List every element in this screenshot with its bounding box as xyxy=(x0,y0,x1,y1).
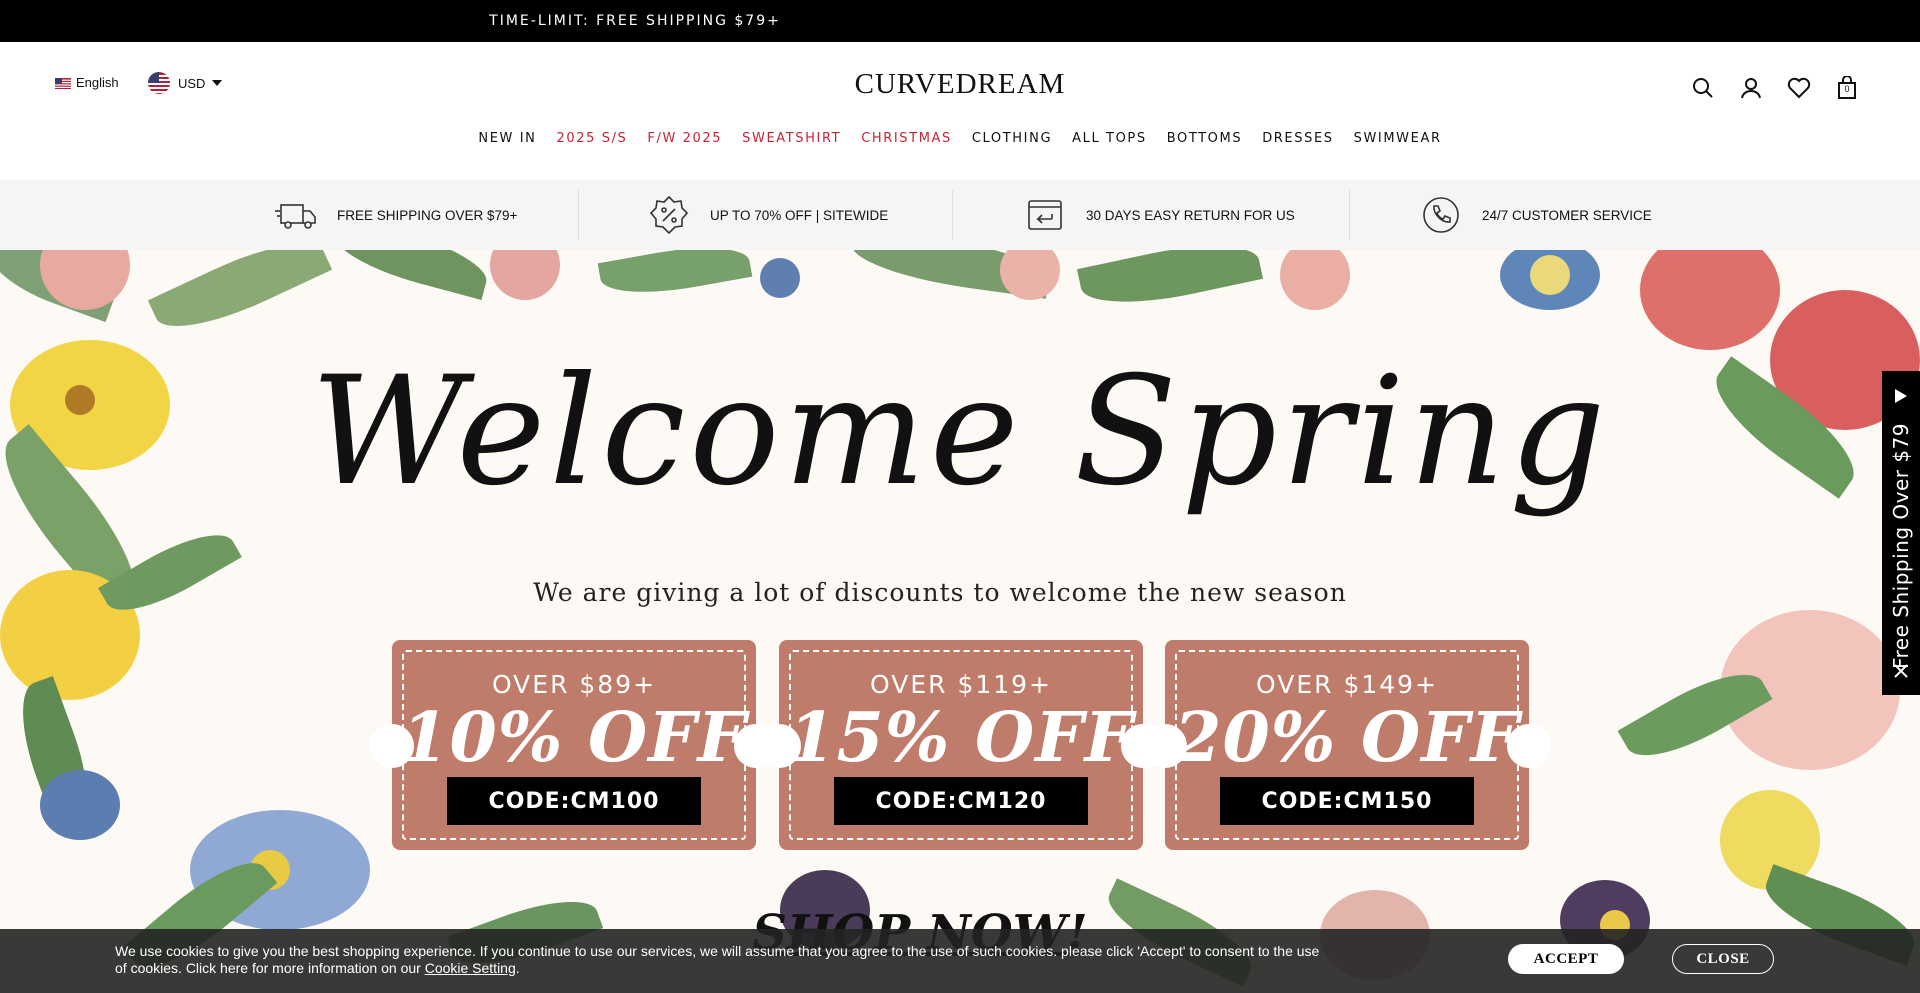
accept-button[interactable]: ACCEPT xyxy=(1508,944,1624,974)
announcement-bar: TIME-LIMIT: FREE SHIPPING $79+ xyxy=(0,0,1920,42)
nav-fw-2025[interactable]: F/W 2025 xyxy=(637,127,732,150)
free-shipping-side-tab[interactable]: Free Shipping Over $79 xyxy=(1882,371,1920,695)
divider xyxy=(1349,190,1350,240)
main-nav: NEW IN 2025 S/S F/W 2025 SWEATSHIRT CHRI… xyxy=(0,127,1920,150)
expand-arrow-icon[interactable] xyxy=(1895,389,1907,403)
divider xyxy=(952,190,953,240)
cookie-message: We use cookies to give you the best shop… xyxy=(115,943,1325,977)
hero-tagline: We are giving a lot of discounts to welc… xyxy=(533,578,1347,607)
nav-sweatshirt[interactable]: SWEATSHIRT xyxy=(732,127,851,150)
nav-clothing[interactable]: CLOTHING xyxy=(962,127,1062,150)
hero-banner[interactable]: Welcome Spring We are giving a lot of di… xyxy=(0,250,1920,993)
divider xyxy=(578,190,579,240)
coupon-card[interactable]: OVER $149+ 20% OFF CODE:CM150 xyxy=(1143,640,1551,850)
phone-icon xyxy=(1420,194,1462,236)
benefit-returns: 30 DAYS EASY RETURN FOR US xyxy=(1024,180,1295,250)
coupon-threshold: OVER $89+ xyxy=(491,670,657,699)
nav-dresses[interactable]: DRESSES xyxy=(1252,127,1343,150)
side-tab-text: Free Shipping Over $79 xyxy=(1889,422,1913,670)
cookie-banner: We use cookies to give you the best shop… xyxy=(0,929,1920,993)
close-icon[interactable] xyxy=(1893,663,1909,679)
benefit-label: 24/7 CUSTOMER SERVICE xyxy=(1482,207,1652,223)
announcement-text: TIME-LIMIT: FREE SHIPPING $79+ xyxy=(489,13,781,29)
coupon-discount: 15% OFF xyxy=(788,698,1134,778)
benefit-free-shipping: FREE SHIPPING OVER $79+ xyxy=(275,180,517,250)
wishlist-heart-icon[interactable] xyxy=(1786,75,1812,101)
nav-2025-ss[interactable]: 2025 S/S xyxy=(547,127,638,150)
hero-headline: Welcome Spring xyxy=(310,345,1610,519)
nav-christmas[interactable]: CHRISTMAS xyxy=(851,127,962,150)
search-icon[interactable] xyxy=(1690,75,1716,101)
coupon-code[interactable]: CODE:CM120 xyxy=(834,777,1088,825)
benefit-customer-service: 24/7 CUSTOMER SERVICE xyxy=(1420,180,1652,250)
close-button[interactable]: CLOSE xyxy=(1672,944,1774,974)
cookie-text: We use cookies to give you the best shop… xyxy=(115,943,1320,976)
site-header: English USD CURVEDREAM 0 xyxy=(0,42,1920,127)
benefit-label: UP TO 70% OFF | SITEWIDE xyxy=(710,207,889,223)
nav-new-in[interactable]: NEW IN xyxy=(468,127,546,150)
shopping-bag-icon[interactable]: 0 xyxy=(1834,75,1860,101)
coupon-card[interactable]: OVER $89+ 10% OFF CODE:CM100 xyxy=(370,640,778,850)
cart-count: 0 xyxy=(1844,84,1850,94)
coupon-card[interactable]: OVER $119+ 15% OFF CODE:CM120 xyxy=(757,640,1165,850)
nav-bottoms[interactable]: BOTTOMS xyxy=(1157,127,1252,150)
percent-badge-icon xyxy=(648,194,690,236)
benefit-discount: UP TO 70% OFF | SITEWIDE xyxy=(648,180,888,250)
coupon-discount: 20% OFF xyxy=(1174,698,1520,778)
coupon-threshold: OVER $119+ xyxy=(869,670,1053,699)
nav-all-tops[interactable]: ALL TOPS xyxy=(1062,127,1157,150)
coupon-code[interactable]: CODE:CM150 xyxy=(1220,777,1474,825)
nav-swimwear[interactable]: SWIMWEAR xyxy=(1344,127,1452,150)
return-box-icon xyxy=(1024,194,1066,236)
coupon-code[interactable]: CODE:CM100 xyxy=(447,777,701,825)
truck-icon xyxy=(275,194,317,236)
coupon-discount: 10% OFF xyxy=(401,698,747,778)
account-icon[interactable] xyxy=(1738,75,1764,101)
cookie-setting-link[interactable]: Cookie Setting xyxy=(425,960,516,976)
benefits-strip: FREE SHIPPING OVER $79+ UP TO 70% OFF | … xyxy=(0,180,1920,250)
benefit-label: 30 DAYS EASY RETURN FOR US xyxy=(1086,207,1295,223)
site-logo[interactable]: CURVEDREAM xyxy=(0,68,1920,101)
coupon-threshold: OVER $149+ xyxy=(1255,670,1439,699)
benefit-label: FREE SHIPPING OVER $79+ xyxy=(337,207,518,223)
cookie-text-end: . xyxy=(515,960,520,976)
